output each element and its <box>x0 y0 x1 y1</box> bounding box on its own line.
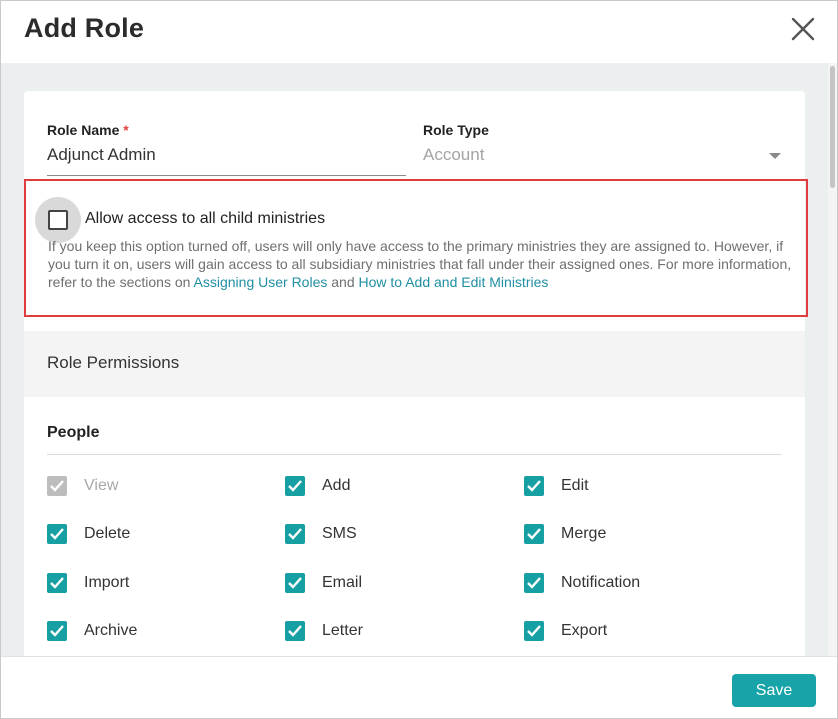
save-button[interactable]: Save <box>732 674 816 707</box>
description-and: and <box>327 274 359 290</box>
add-role-dialog: Add Role Role Name * Adjunct Admin Role … <box>0 0 838 719</box>
allow-child-ministries-label: Allow access to all child ministries <box>85 210 326 227</box>
notification-label: Notification <box>561 574 641 591</box>
check-icon <box>527 480 541 492</box>
dialog-footer: Save <box>1 656 837 718</box>
import-checkbox[interactable] <box>47 573 67 593</box>
check-icon <box>527 528 541 540</box>
dialog-header: Add Role <box>1 1 837 63</box>
sms-checkbox[interactable] <box>285 524 305 544</box>
role-type-select[interactable]: Account <box>423 145 484 165</box>
archive-label: Archive <box>84 622 138 639</box>
assigning-user-roles-link[interactable]: Assigning User Roles <box>194 274 328 290</box>
merge-checkbox[interactable] <box>524 524 544 544</box>
delete-label: Delete <box>84 525 131 542</box>
role-name-label: Role Name * <box>47 122 129 138</box>
role-name-label-text: Role Name <box>47 122 120 138</box>
required-mark: * <box>123 122 129 138</box>
email-label: Email <box>322 574 363 591</box>
check-icon <box>288 577 302 589</box>
people-group-label: People <box>47 424 100 441</box>
role-card: Role Name * Adjunct Admin Role Type Acco… <box>24 91 808 656</box>
export-label: Export <box>561 622 608 639</box>
vertical-scrollbar[interactable] <box>828 63 837 656</box>
archive-checkbox[interactable] <box>47 621 67 641</box>
dialog-body: Role Name * Adjunct Admin Role Type Acco… <box>1 63 837 656</box>
check-icon <box>288 625 302 637</box>
sms-label: SMS <box>322 525 357 542</box>
import-label: Import <box>84 574 130 591</box>
check-icon <box>288 480 302 492</box>
check-icon <box>527 625 541 637</box>
check-icon <box>50 625 64 637</box>
role-permissions-heading: Role Permissions <box>47 353 180 372</box>
email-checkbox[interactable] <box>285 573 305 593</box>
check-icon <box>50 480 64 492</box>
edit-label: Edit <box>561 477 589 494</box>
check-icon <box>50 577 64 589</box>
role-type-label: Role Type <box>423 122 489 138</box>
edit-checkbox[interactable] <box>524 476 544 496</box>
check-icon <box>527 577 541 589</box>
merge-label: Merge <box>561 525 607 542</box>
scrollbar-thumb[interactable] <box>830 66 835 188</box>
view-label: View <box>84 477 119 494</box>
letter-checkbox[interactable] <box>285 621 305 641</box>
role-name-input[interactable]: Adjunct Admin <box>47 145 156 165</box>
dialog-title: Add Role <box>24 13 145 43</box>
child-ministries-description: If you keep this option turned off, user… <box>48 237 793 291</box>
people-divider <box>47 454 782 455</box>
role-name-underline <box>47 175 406 176</box>
add-checkbox[interactable] <box>285 476 305 496</box>
notification-checkbox[interactable] <box>524 573 544 593</box>
add-label: Add <box>322 477 351 494</box>
close-icon[interactable] <box>789 15 817 43</box>
letter-label: Letter <box>322 622 363 639</box>
delete-checkbox[interactable] <box>47 524 67 544</box>
check-icon <box>50 528 64 540</box>
add-edit-ministries-link[interactable]: How to Add and Edit Ministries <box>359 274 549 290</box>
check-icon <box>288 528 302 540</box>
chevron-down-icon[interactable] <box>769 153 781 159</box>
child-ministries-highlight: Allow access to all child ministries If … <box>24 179 808 317</box>
role-permissions-header: Role Permissions <box>24 331 805 397</box>
view-checkbox <box>47 476 67 496</box>
role-permissions-section: Role Permissions People View Add Edit De… <box>24 331 805 656</box>
allow-child-ministries-checkbox[interactable] <box>48 210 68 230</box>
export-checkbox[interactable] <box>524 621 544 641</box>
